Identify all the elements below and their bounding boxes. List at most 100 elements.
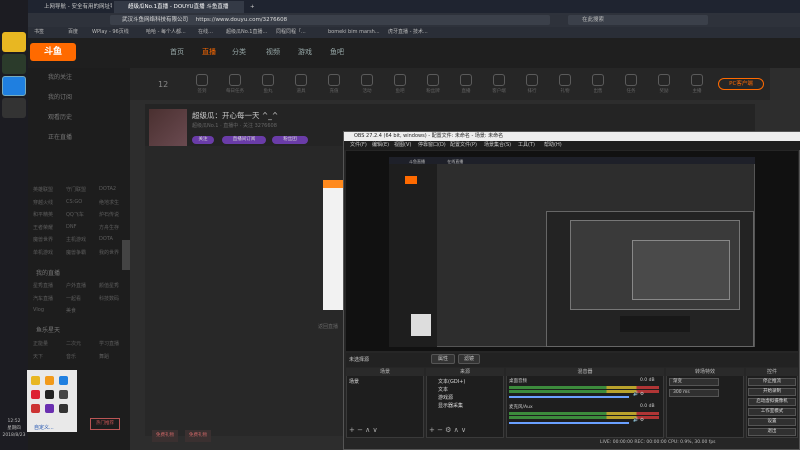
sidebar-category-link[interactable]: 一起看 [66,295,81,302]
category-shortcut[interactable]: 出售 [581,68,615,94]
sidebar-category-link[interactable]: 魔兽争霸 [66,249,86,256]
obs-taskbar-icon[interactable] [2,98,26,118]
sidebar-category-link[interactable]: 正能量 [33,340,48,347]
site-logo[interactable]: 斗鱼 [30,43,76,61]
source-item[interactable]: 游戏源 [438,394,453,401]
bookmark-item[interactable]: bomeki bim marsh... [328,27,380,38]
sidebar-section[interactable]: 我的关注 [48,72,72,81]
obs-menu-docks[interactable]: 停靠窗口(D) [418,141,446,150]
nav-games[interactable]: 游戏 [298,47,312,57]
sidebar-category-link[interactable]: 二次元 [66,340,81,347]
sidebar-category-link[interactable]: 我的世界 [99,249,119,256]
browser-search-input[interactable]: 在此搜索 [568,15,708,25]
category-shortcut[interactable]: 奖励 [647,68,681,94]
category-shortcut[interactable]: 活动 [350,68,384,94]
nav-live[interactable]: 直播 [202,47,216,57]
sidebar-category-link[interactable]: 户外直播 [66,282,86,289]
new-tab-button[interactable]: + [246,1,260,13]
browser-tab-2[interactable]: 超级瓜No.1直播 - DOUYU直播 斗鱼直播 [114,1,244,13]
category-shortcut[interactable]: 主播 [680,68,714,94]
bookmark-item[interactable]: 百度 [68,27,78,38]
sidebar-category-link[interactable]: 守门联盟 [66,186,86,193]
sidebar-category-link[interactable]: 方舟生存 [99,224,119,231]
nav-video[interactable]: 视频 [266,47,280,57]
bookmark-item[interactable]: WPlay - 96页线 [92,27,129,38]
obs-menu-tools[interactable]: 工具(T) [518,141,535,150]
nav-home[interactable]: 首页 [170,47,184,57]
properties-button[interactable]: 属性 [431,354,455,364]
nav-category[interactable]: 分类 [232,47,246,57]
bookmark-item[interactable]: 虎牙直播 - 技术... [388,27,428,38]
stop-streaming-button[interactable]: 停止推流 [748,378,796,386]
category-shortcut[interactable]: 签到 [185,68,219,94]
tray-app-icon[interactable] [31,376,40,385]
sidebar-category-link[interactable]: 魔兽世界 [33,236,53,243]
obs-menu-help[interactable]: 帮助(H) [544,141,562,150]
category-shortcut[interactable]: 礼物 [548,68,582,94]
tray-app-icon[interactable] [31,404,40,413]
studio-mode-button[interactable]: 工作室模式 [748,408,796,416]
tray-app-icon[interactable] [45,390,54,399]
tray-app-icon[interactable] [45,404,54,413]
transition-select[interactable]: 渐变 [669,378,719,386]
tray-app-icon[interactable] [31,390,40,399]
browser-tab-1[interactable]: 上网导航 - 安全有用的网址导航 [30,1,112,13]
sidebar-category-link[interactable]: Vlog [33,307,44,313]
sidebar-section[interactable]: 我的直播 [36,268,60,277]
obs-title-bar[interactable]: OBS 27.2.4 (64 bit, windows) - 配置文件: 未命名… [344,132,800,141]
sidebar-section[interactable]: 鱼乐星天 [36,325,60,334]
settings-button[interactable]: 设置 [748,418,796,426]
sidebar-category-link[interactable]: 主机游戏 [66,236,86,243]
category-shortcut[interactable]: 每日任务 [218,68,252,94]
sidebar-section[interactable]: 正在直播 [48,132,72,141]
nav-yuba[interactable]: 鱼吧 [330,47,344,57]
tray-app-icon[interactable] [59,390,68,399]
sidebar-category-link[interactable]: 星秀直播 [33,282,53,289]
subscribe-button[interactable]: 直播间订阅 [222,136,266,144]
source-dock-tools[interactable]: + − ⚙ ∧ ∨ [429,426,466,434]
bookmark-item[interactable]: 在线… [198,27,213,38]
sidebar-category-link[interactable]: 王者荣耀 [33,224,53,231]
fanclub-button[interactable]: 粉丝团 [272,136,308,144]
volume-slider[interactable] [509,396,629,398]
sidebar-category-link[interactable]: 英雄联盟 [33,186,53,193]
address-bar[interactable]: 武汉斗鱼网络科技有限公司 https://www.douyu.com/32766… [110,15,550,25]
obs-menu-edit[interactable]: 编辑(E) [372,141,389,150]
obs-menu-view[interactable]: 视图(V) [394,141,411,150]
bookmark-item[interactable]: 同程同程「... [276,27,306,38]
sidebar-category-link[interactable]: DOTA [99,236,113,242]
app-icon-1[interactable] [2,32,26,52]
category-shortcut[interactable]: 鱼丸 [251,68,285,94]
sidebar-category-link[interactable]: 炉石传说 [99,211,119,218]
sidebar-category-link[interactable]: 美食 [66,307,76,314]
sidebar-category-link[interactable]: QQ飞车 [66,211,84,218]
category-shortcut[interactable]: 任务 [614,68,648,94]
exit-button[interactable]: 退出 [748,428,796,436]
obs-menu-file[interactable]: 文件(F) [350,141,367,150]
sidebar-category-link[interactable]: 天下 [33,353,43,360]
sidebar-category-link[interactable]: 颜值星秀 [99,282,119,289]
streamer-avatar[interactable] [149,109,187,146]
sidebar-category-link[interactable]: DOTA2 [99,186,116,192]
gift-button[interactable]: 免费礼物 [152,430,178,442]
sidebar-category-link[interactable]: 音乐 [66,353,76,360]
filters-button[interactable]: 滤镜 [458,354,480,364]
sidebar-category-link[interactable]: 汽车直播 [33,295,53,302]
sidebar-category-link[interactable]: DNF [66,224,76,230]
source-item[interactable]: 文本 [438,386,448,393]
category-shortcut[interactable]: 粉丝牌 [416,68,450,94]
scene-dock-tools[interactable]: + − ∧ ∨ [349,426,378,434]
obs-menu-profile[interactable]: 配置文件(P) [450,141,477,150]
volume-slider[interactable] [509,422,629,424]
start-virtual-camera-button[interactable]: 启动虚拟摄像机 [748,398,796,406]
sidebar-section[interactable]: 我的订阅 [48,92,72,101]
start-recording-button[interactable]: 开始录制 [748,388,796,396]
tray-customize-link[interactable]: 自定义... [34,424,54,431]
sidebar-category-link[interactable]: 绝地求生 [99,199,119,206]
category-shortcut[interactable]: 鱼吧 [383,68,417,94]
category-shortcut[interactable]: 直播 [449,68,483,94]
pc-client-button[interactable]: PC客户端 [718,78,764,90]
duration-field[interactable]: 300 ms [669,389,719,397]
recommend-tab[interactable]: 热门推荐 [90,418,120,430]
sidebar-category-link[interactable]: 舞蹈 [99,353,109,360]
